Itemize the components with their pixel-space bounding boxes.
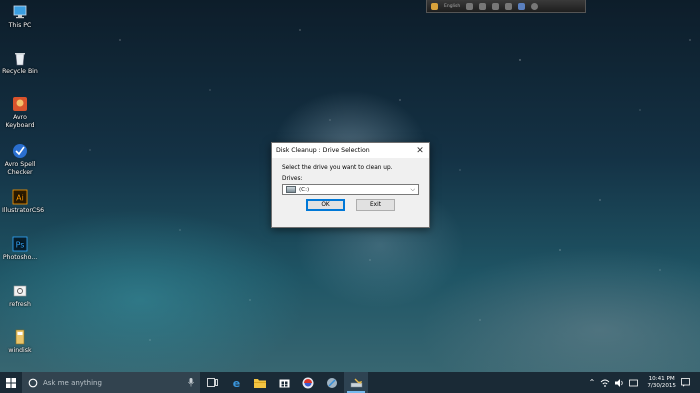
dialog-prompt: Select the drive you want to clean up. xyxy=(282,165,393,171)
drive-select[interactable]: (C:) ⌵ xyxy=(282,184,419,195)
layout-icon[interactable] xyxy=(466,2,474,10)
desktop-icon-label: windisk xyxy=(8,347,32,354)
photoshop-icon: Ps xyxy=(12,236,28,252)
desktop-icon-label: IllustratorCS6 xyxy=(2,207,45,214)
language-label[interactable]: English xyxy=(444,4,460,9)
web-icon[interactable] xyxy=(518,2,526,10)
desktop-icon-refresh[interactable]: refresh xyxy=(2,283,38,309)
desktop-icon-photoshop[interactable]: Ps Photosho... xyxy=(2,236,38,262)
app-icon xyxy=(327,377,337,388)
illustrator-icon: Ai xyxy=(12,189,28,205)
windows-logo-icon xyxy=(6,377,16,388)
desktop-icon-label: Avro Spell Checker xyxy=(4,161,36,176)
exit-button[interactable]: Exit xyxy=(356,199,395,211)
browser-icon xyxy=(302,377,314,388)
start-button[interactable] xyxy=(0,372,22,393)
desktop-icon-label: This PC xyxy=(8,22,32,29)
desktop-icon-recycle-bin[interactable]: Recycle Bin xyxy=(2,50,38,76)
search-placeholder: Ask me anything xyxy=(43,378,102,387)
svg-text:e: e xyxy=(232,377,239,388)
browser-button[interactable] xyxy=(296,372,320,393)
chevron-up-icon[interactable]: ⌃ xyxy=(589,378,596,387)
task-view-icon xyxy=(206,378,218,387)
settings-icon[interactable] xyxy=(492,2,500,10)
volume-icon[interactable] xyxy=(615,378,624,387)
store-button[interactable] xyxy=(272,372,296,393)
avro-spell-checker-icon xyxy=(13,144,27,158)
clock-time: 10:41 PM xyxy=(648,375,675,382)
desktop-icon-avro-keyboard[interactable]: Avro Keyboard xyxy=(2,96,38,129)
app-button[interactable] xyxy=(320,372,344,393)
desktop-icon-this-pc[interactable]: This PC xyxy=(2,4,38,30)
close-icon[interactable]: ✕ xyxy=(411,143,429,158)
desktop-icon-avro-spell-checker[interactable]: Avro Spell Checker xyxy=(2,143,38,176)
edge-icon: e xyxy=(232,377,239,388)
chevron-down-icon[interactable]: ⌵ xyxy=(410,186,415,194)
taskbar: Ask me anything e ⌃ 10:41 PM 7/30/2015 xyxy=(0,372,700,393)
edge-button[interactable]: e xyxy=(224,372,248,393)
hand-icon[interactable] xyxy=(479,2,487,10)
search-box[interactable]: Ask me anything xyxy=(22,372,200,393)
recycle-bin-icon xyxy=(15,53,25,66)
microphone-icon[interactable] xyxy=(188,378,194,387)
drives-label: Drives: xyxy=(282,176,303,182)
desktop-icon-label: Avro Keyboard xyxy=(5,114,35,129)
keyboard-mode-icon[interactable] xyxy=(431,2,438,10)
desktop-icon-illustrator[interactable]: Ai IllustratorCS6 xyxy=(2,189,44,215)
file-explorer-button[interactable] xyxy=(248,372,272,393)
notification-icon[interactable] xyxy=(681,378,690,387)
avro-keyboard-icon xyxy=(13,97,27,111)
this-pc-icon xyxy=(13,5,27,19)
desktop-icon-windisk[interactable]: windisk xyxy=(2,329,38,355)
clock[interactable]: 10:41 PM 7/30/2015 xyxy=(647,376,676,390)
windisk-icon xyxy=(15,329,25,345)
file-explorer-icon xyxy=(254,378,266,388)
system-tray: ⌃ 10:41 PM 7/30/2015 xyxy=(589,376,700,390)
svg-text:Ai: Ai xyxy=(16,194,24,203)
drive-select-value: (C:) xyxy=(299,186,310,193)
ok-button[interactable]: OK xyxy=(306,199,345,211)
task-view-button[interactable] xyxy=(200,372,224,393)
tools-icon[interactable] xyxy=(505,2,513,10)
desktop-icon-label: refresh xyxy=(9,301,31,308)
refresh-icon xyxy=(13,285,27,297)
clock-date: 7/30/2015 xyxy=(647,382,676,389)
desktop-icon-label: Photosho... xyxy=(2,254,38,261)
disk-cleanup-icon xyxy=(350,378,362,387)
keyboard-icon[interactable] xyxy=(629,379,639,387)
dialog-titlebar[interactable]: Disk Cleanup : Drive Selection ✕ xyxy=(272,143,429,158)
drive-icon xyxy=(286,186,296,193)
disk-cleanup-taskbar-button[interactable] xyxy=(344,372,368,393)
cortana-icon xyxy=(28,378,38,387)
desktop-icon-label: Recycle Bin xyxy=(2,68,38,75)
help-icon[interactable] xyxy=(531,2,539,10)
floating-toolbar: English xyxy=(426,0,586,13)
dialog-title: Disk Cleanup : Drive Selection xyxy=(276,147,370,154)
wifi-icon[interactable] xyxy=(600,379,610,387)
svg-text:Ps: Ps xyxy=(16,241,25,250)
disk-cleanup-dialog: Disk Cleanup : Drive Selection ✕ Select … xyxy=(271,142,430,228)
store-icon xyxy=(279,379,289,388)
